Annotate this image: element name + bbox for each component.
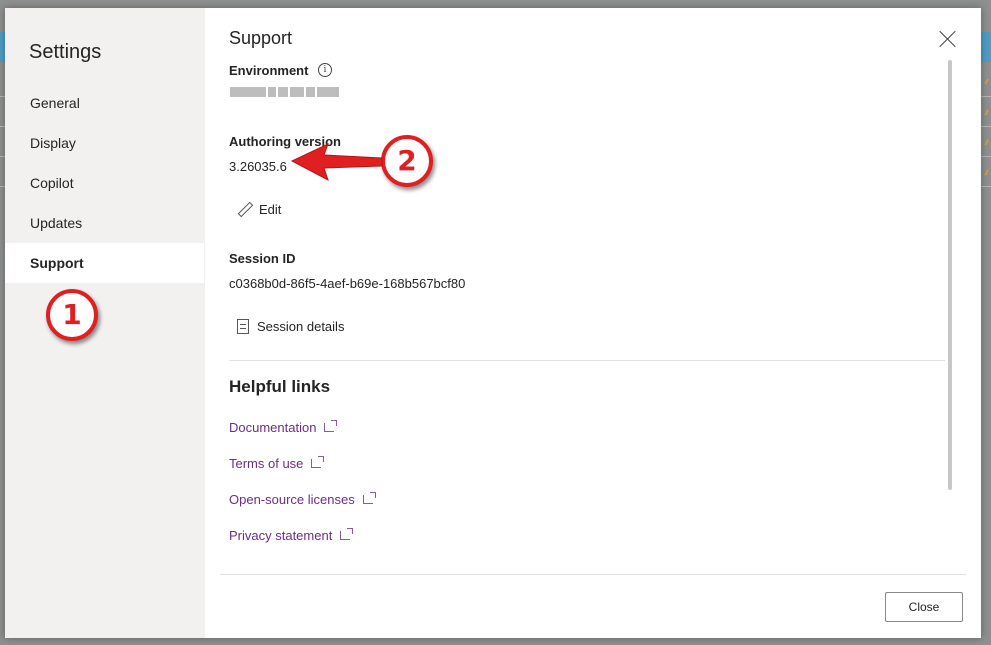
helpful-links-title: Helpful links [229,377,331,396]
nav-item-updates[interactable]: Updates [5,203,204,243]
session-details-button[interactable]: Session details [237,314,344,338]
nav-item-general[interactable]: General [5,83,204,123]
session-id-value: c0368b0d-86f5-4aef-b69e-168b567bcf80 [229,276,466,291]
section-divider [229,360,945,361]
privacy-statement-link-label: Privacy statement [229,528,333,543]
callout-badge-2: 2 [381,135,433,187]
close-button[interactable]: Close [885,592,963,622]
nav-item-support[interactable]: Support [5,243,204,283]
documentation-link[interactable]: Documentation [229,420,338,435]
authoring-version-value: 3.26035.6 [229,159,287,174]
open-source-licenses-link[interactable]: Open-source licenses [229,492,376,507]
content-scrollbar[interactable] [948,60,952,490]
nav-item-display[interactable]: Display [5,123,204,163]
terms-of-use-link-label: Terms of use [229,456,304,471]
document-icon [237,318,249,334]
settings-dialog: Settings General Display Copilot Updates… [5,8,981,638]
environment-label: Environment [229,63,309,78]
close-icon[interactable] [939,30,957,48]
external-link-icon [311,456,325,468]
info-icon[interactable]: i [318,63,332,77]
callout-badge-1: 1 [46,289,98,341]
open-source-licenses-link-label: Open-source licenses [229,492,355,507]
external-link-icon [324,420,338,432]
settings-title: Settings [29,41,102,63]
pencil-icon [237,202,251,216]
support-panel: Support Environment i Authoring version … [229,8,949,578]
settings-nav: Settings General Display Copilot Updates… [5,8,205,638]
session-details-label: Session details [257,318,345,334]
footer-divider [220,574,966,575]
external-link-icon [340,528,354,540]
callout-arrow [290,143,383,182]
edit-label: Edit [259,201,282,217]
support-title: Support [229,28,293,48]
session-id-label: Session ID [229,251,296,266]
edit-button[interactable]: Edit [237,197,281,221]
documentation-link-label: Documentation [229,420,317,435]
terms-of-use-link[interactable]: Terms of use [229,456,325,471]
environment-value-redacted [230,87,339,97]
external-link-icon [362,492,376,504]
nav-item-copilot[interactable]: Copilot [5,163,204,203]
privacy-statement-link[interactable]: Privacy statement [229,528,354,543]
